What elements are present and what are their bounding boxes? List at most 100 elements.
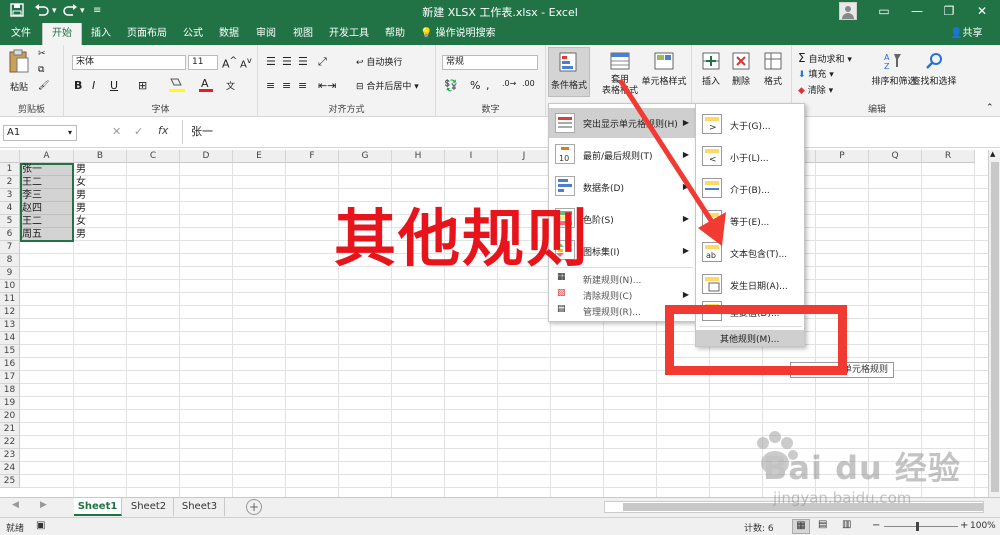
decrease-decimal-icon[interactable]: .00 [522,79,535,88]
column-header[interactable]: R [922,150,975,163]
row-header[interactable]: 16 [0,358,20,371]
row-header[interactable]: 1 [0,163,20,176]
paste-button[interactable]: 粘贴 [8,49,30,93]
increase-decimal-icon[interactable]: .0→ [502,79,516,88]
indent-icon[interactable]: ⇤⇥ [318,79,336,92]
font-name-select[interactable]: 宋体 [72,55,186,70]
tab-view[interactable]: 视图 [286,23,320,45]
cell[interactable]: 男 [74,202,127,215]
number-format-select[interactable]: 常规 [442,55,538,70]
row-header[interactable]: 14 [0,332,20,345]
format-painter-icon[interactable]: 🖌 [38,81,49,91]
format-as-table-button[interactable]: 套用 表格格式 [600,51,640,97]
row-header[interactable]: 7 [0,241,20,254]
name-box-dropdown-icon[interactable]: ▾ [68,128,72,137]
insert-function-icon[interactable]: fx [158,124,168,137]
tab-insert[interactable]: 插入 [84,23,118,45]
sheet-tab-sheet2[interactable]: Sheet2 [124,498,174,516]
tab-developer[interactable]: 开发工具 [324,23,374,45]
align-right-icon[interactable]: ≡ [298,79,307,92]
cut-icon[interactable]: ✂ [38,49,46,59]
tab-review[interactable]: 审阅 [249,23,283,45]
zoom-out-icon[interactable]: − [872,520,880,531]
tab-home[interactable]: 开始 [42,23,82,45]
copy-icon[interactable]: ⧉ [38,65,44,75]
cell[interactable]: 女 [74,215,127,228]
format-cells-button[interactable]: 格式 [758,51,788,87]
tab-formulas[interactable]: 公式 [176,23,210,45]
share-button[interactable]: 👤共享 [950,23,982,45]
phonetic-icon[interactable]: 文 [226,79,235,92]
bold-button[interactable]: B [74,79,82,92]
row-header[interactable]: 23 [0,449,20,462]
row-header[interactable]: 15 [0,345,20,358]
row-header[interactable]: 25 [0,475,20,488]
cell-styles-button[interactable]: 单元格样式 [638,51,690,87]
column-header[interactable]: G [339,150,392,163]
borders-icon[interactable]: ⊞ [138,79,147,92]
row-header[interactable]: 3 [0,189,20,202]
row-header[interactable]: 24 [0,462,20,475]
row-header[interactable]: 20 [0,410,20,423]
close-icon[interactable]: ✕ [970,2,994,20]
cell[interactable]: 王二 [20,176,74,189]
column-header[interactable]: B [74,150,127,163]
underline-button[interactable]: U [110,79,118,92]
column-header[interactable]: J [498,150,551,163]
menu-item-top-bottom-rules[interactable]: 10 最前/最后规则(T) ▶ [549,138,695,170]
submenu-item-date-occurring[interactable]: 发生日期(A)... [696,268,804,300]
row-header[interactable]: 17 [0,371,20,384]
conditional-formatting-button[interactable]: 条件格式 [548,47,590,97]
row-header[interactable]: 10 [0,280,20,293]
cell[interactable]: 男 [74,228,127,241]
percent-button[interactable]: % [470,79,480,92]
align-bottom-icon[interactable]: ☰ [298,55,308,68]
cell[interactable]: 赵四 [20,202,74,215]
column-header[interactable]: C [127,150,180,163]
row-header[interactable]: 8 [0,254,20,267]
name-box[interactable]: A1 [3,125,77,141]
row-header[interactable]: 5 [0,215,20,228]
column-header[interactable]: D [180,150,233,163]
column-header[interactable]: F [286,150,339,163]
wrap-text-button[interactable]: ↩ 自动换行 [356,55,402,68]
restore-icon[interactable]: ❐ [937,2,961,20]
tab-file[interactable]: 文件 [4,23,38,45]
page-break-view-icon[interactable]: ▥ [842,519,851,530]
font-color-icon[interactable]: A [198,77,214,96]
scroll-up-icon[interactable]: ▲ [990,150,995,158]
column-header[interactable]: A [20,150,74,163]
column-header[interactable]: E [233,150,286,163]
tab-help[interactable]: 帮助 [378,23,412,45]
fill-button[interactable]: ⬇ 填充 ▾ [798,67,834,80]
zoom-level[interactable]: 100% [970,521,996,531]
comma-button[interactable]: , [486,79,490,92]
submenu-item-between[interactable]: 介于(B)... [696,172,804,204]
font-size-select[interactable]: 11 [188,55,218,70]
select-all-corner[interactable] [0,150,20,163]
column-header[interactable]: P [816,150,869,163]
row-header[interactable]: 9 [0,267,20,280]
cell[interactable]: 张一 [20,163,74,176]
submenu-item-equal-to[interactable]: = 等于(E)... [696,204,804,236]
delete-cells-button[interactable]: 删除 [726,51,756,87]
decrease-font-icon[interactable]: Av [240,55,252,70]
cell[interactable]: 男 [74,189,127,202]
tell-me-search[interactable]: 💡 操作说明搜索 [420,23,520,45]
align-center-icon[interactable]: ≡ [282,79,291,92]
row-header[interactable]: 12 [0,306,20,319]
row-header[interactable]: 22 [0,436,20,449]
row-header[interactable]: 11 [0,293,20,306]
clear-button[interactable]: ◆ 清除 ▾ [798,83,833,96]
sheet-tab-sheet1[interactable]: Sheet1 [74,498,122,516]
row-header[interactable]: 2 [0,176,20,189]
macro-record-icon[interactable]: ▣ [36,520,45,531]
cell[interactable]: 女 [74,176,127,189]
row-header[interactable]: 4 [0,202,20,215]
submenu-item-text-contains[interactable]: ab 文本包含(T)... [696,236,804,268]
cell[interactable]: 男 [74,163,127,176]
merge-center-button[interactable]: ⊟ 合并后居中 ▾ [356,79,419,92]
align-top-icon[interactable]: ☰ [266,55,276,68]
column-header[interactable]: I [445,150,498,163]
zoom-slider-handle[interactable] [916,522,919,531]
